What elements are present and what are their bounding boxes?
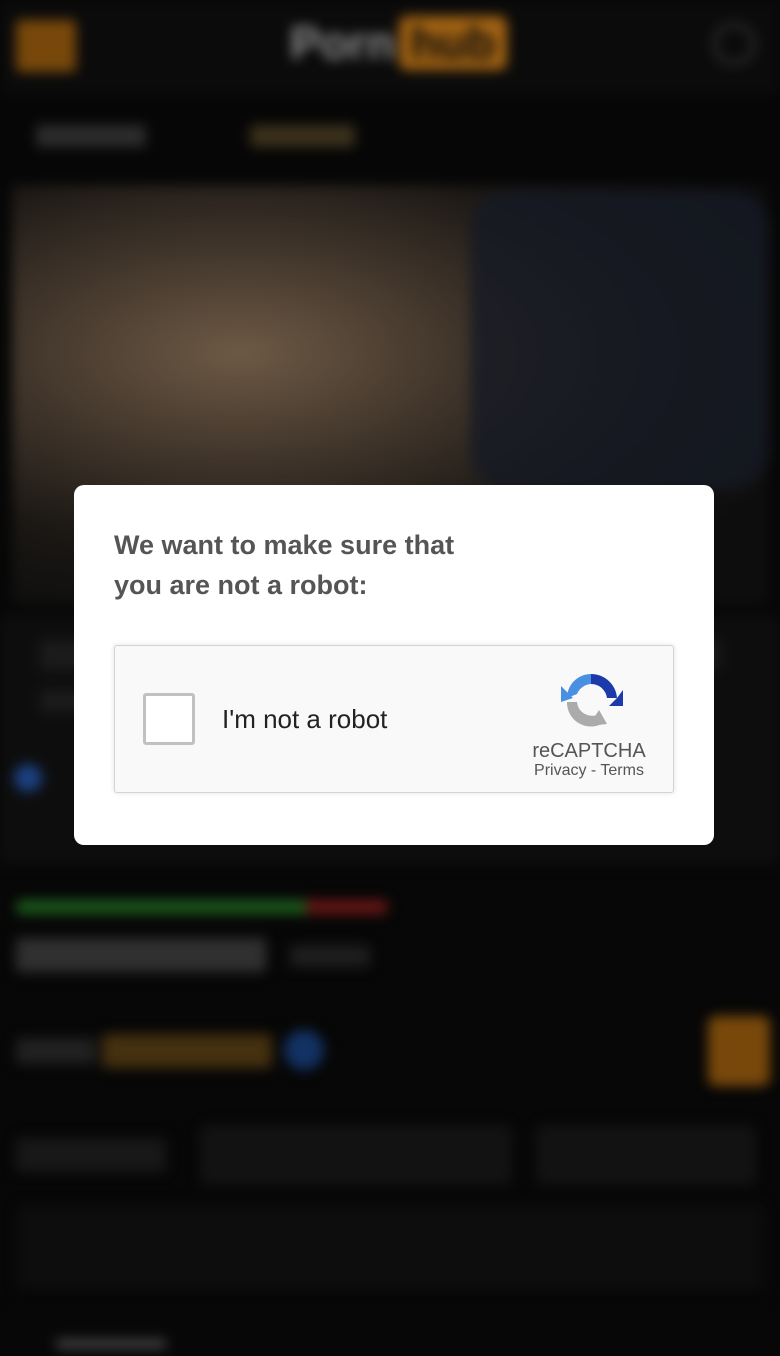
- privacy-link[interactable]: Privacy: [534, 762, 586, 779]
- recaptcha-logo-icon: [561, 673, 623, 727]
- links-separator: -: [586, 762, 601, 779]
- robot-check-dialog: We want to make sure that you are not a …: [74, 485, 714, 845]
- recaptcha-links: Privacy - Terms: [525, 762, 653, 780]
- recaptcha-checkbox[interactable]: [143, 693, 195, 745]
- recaptcha-widget: I'm not a robot reCAPTCHA Privacy - Term…: [114, 645, 674, 793]
- recaptcha-label: I'm not a robot: [222, 704, 388, 734]
- dialog-title-line1: We want to make sure that: [114, 530, 455, 560]
- dialog-title-line2: you are not a robot:: [114, 570, 368, 600]
- terms-link[interactable]: Terms: [600, 762, 644, 779]
- dialog-title: We want to make sure that you are not a …: [114, 525, 534, 605]
- recaptcha-brand: reCAPTCHA: [532, 740, 646, 762]
